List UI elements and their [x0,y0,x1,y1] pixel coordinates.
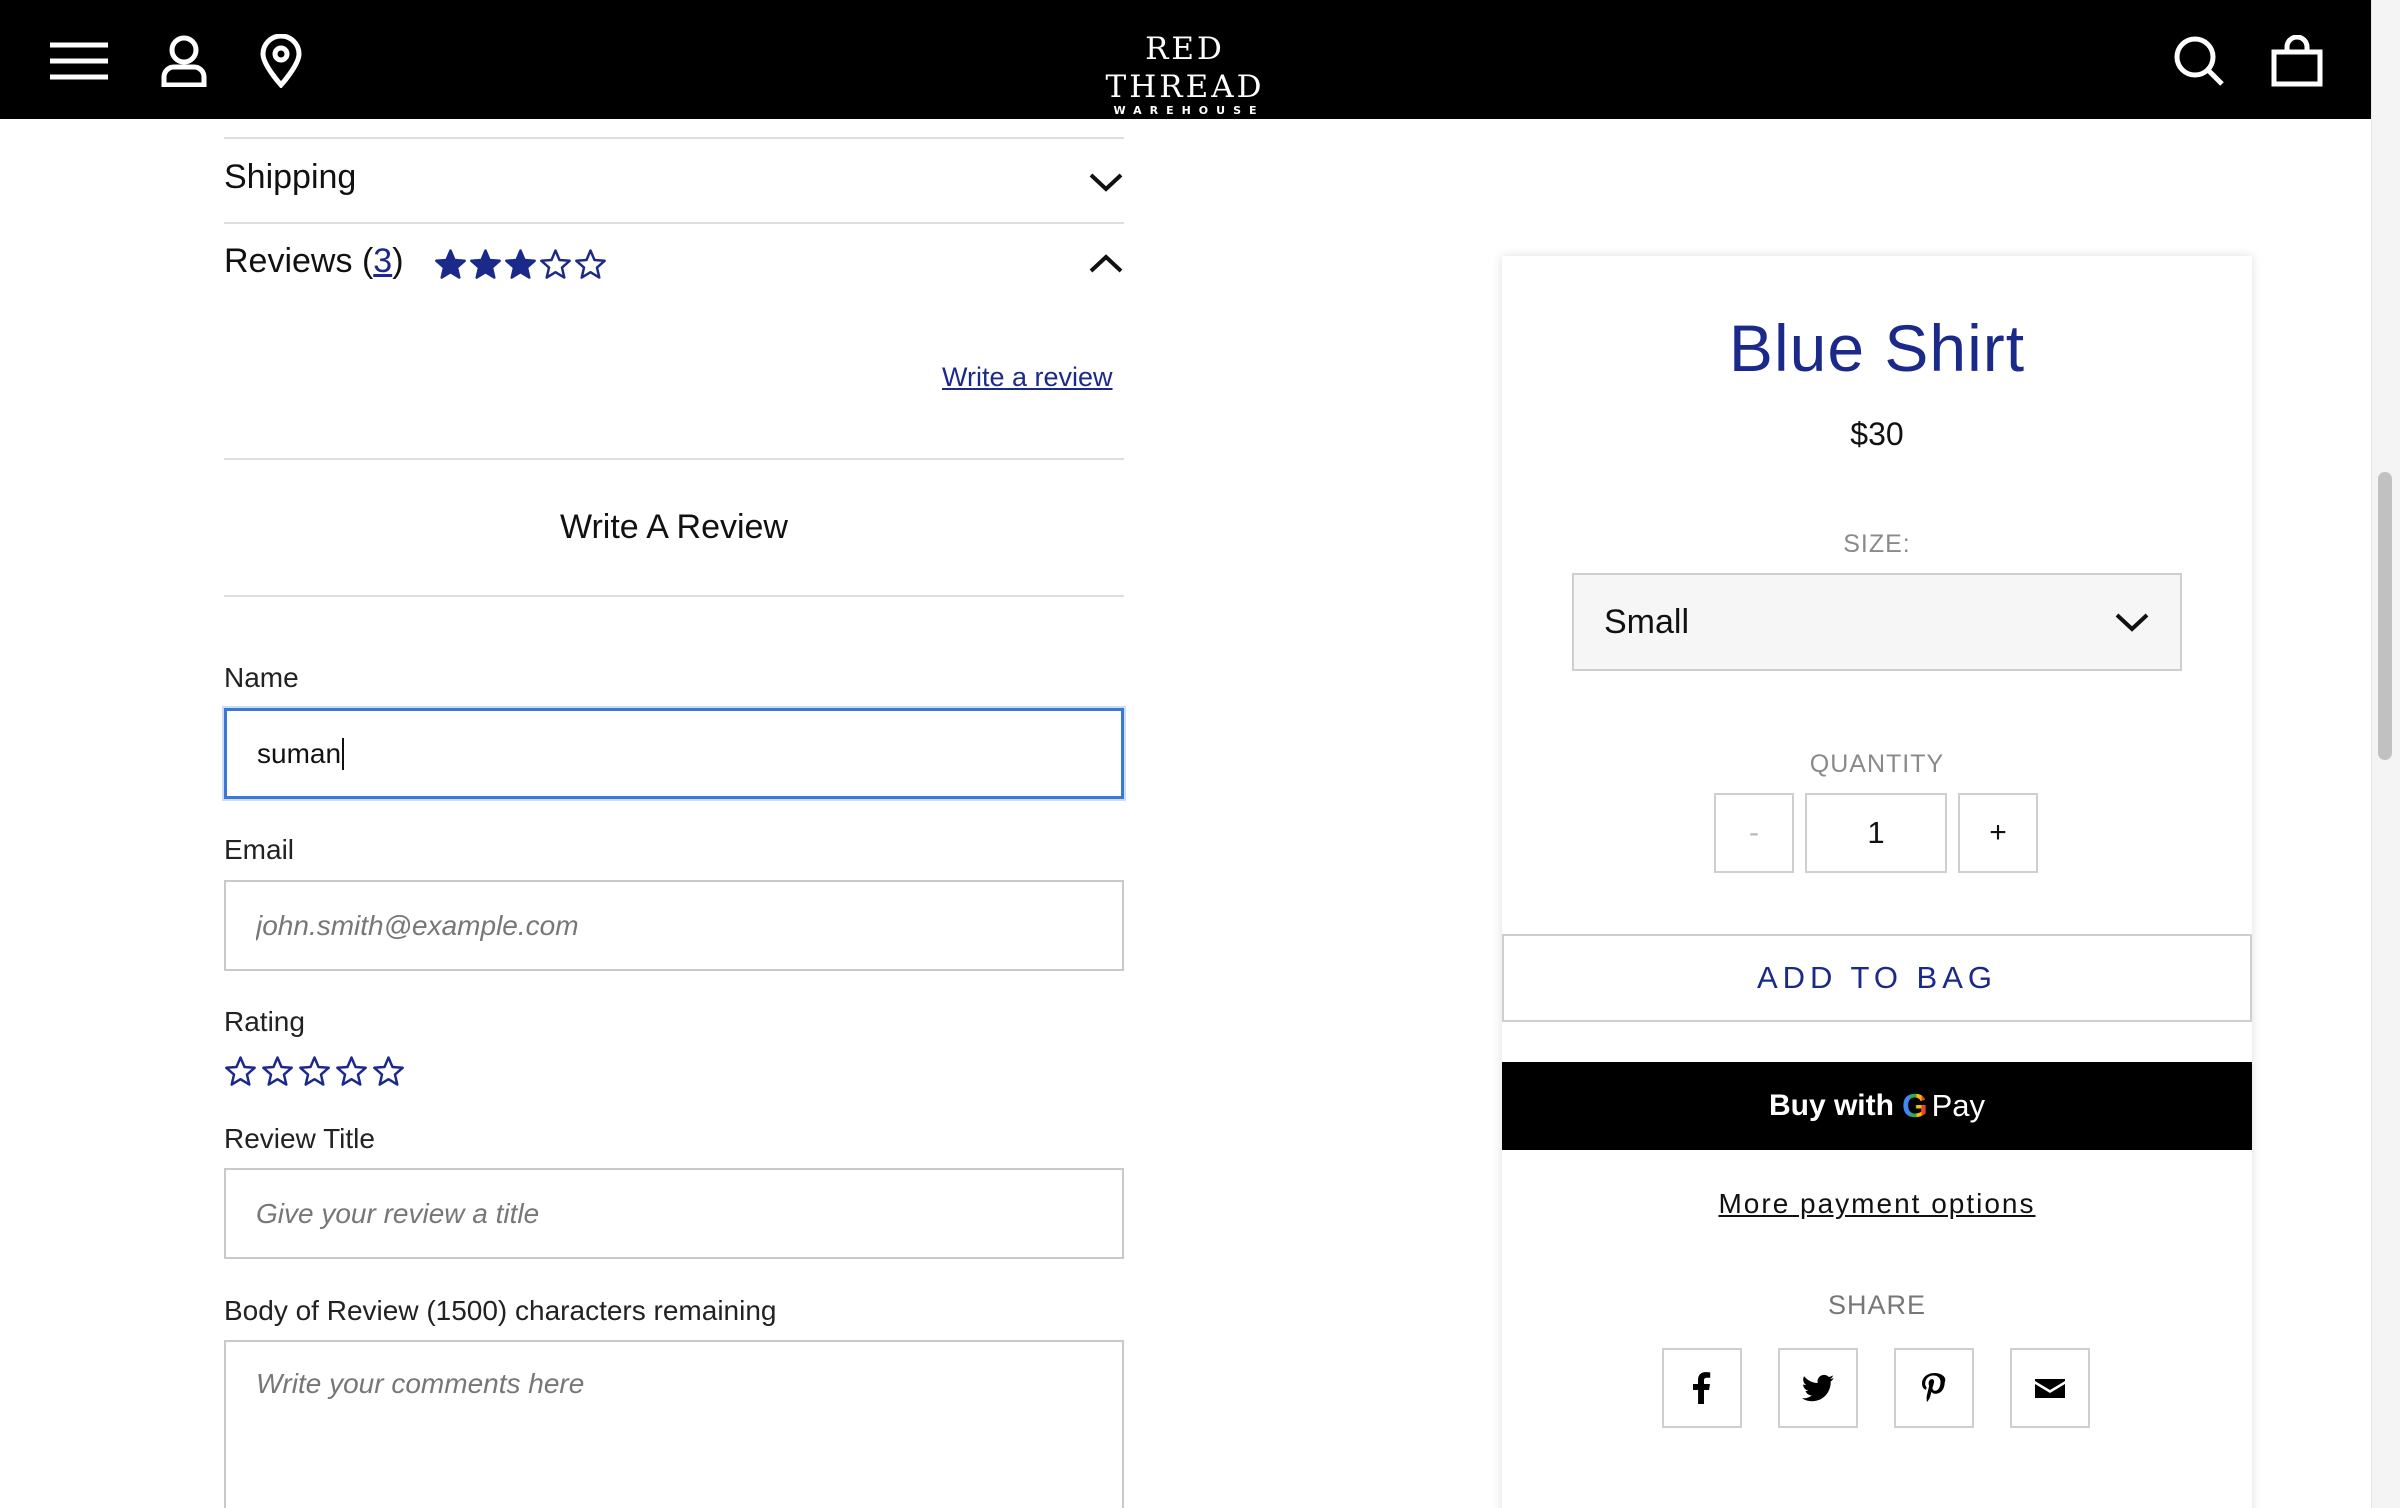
twitter-icon [1801,1374,1834,1402]
reviews-label: Reviews [224,242,353,280]
star-outline-icon[interactable] [224,1055,257,1088]
share-facebook-button[interactable] [1662,1348,1742,1428]
text-caret [342,737,345,770]
chevron-down-icon [2115,613,2149,632]
write-review-heading: Write A Review [559,508,788,546]
star-outline-icon[interactable] [261,1055,294,1088]
divider [224,595,1124,597]
average-rating-stars [434,248,607,281]
divider [224,458,1124,460]
account-icon[interactable] [153,30,215,92]
rating-label: Rating [224,1006,305,1037]
quantity-decrease-button[interactable]: - [1714,793,1794,873]
rating-input-stars[interactable] [224,1055,405,1088]
review-body-label: Body of Review (1500) characters remaini… [224,1295,777,1326]
product-title: Blue Shirt [1728,311,2026,385]
name-field[interactable]: suman [224,708,1124,799]
divider [224,222,1124,224]
divider [224,137,1124,139]
product-price: $30 [1850,416,1904,452]
name-label: Name [224,662,299,693]
menu-icon[interactable] [48,30,110,92]
star-filled-icon [470,249,501,279]
email-label: Email [224,834,295,865]
search-icon[interactable] [2168,30,2230,92]
shipping-accordion-header[interactable]: Shipping [224,158,356,197]
email-icon [2035,1379,2065,1398]
top-navigation-bar: RED THREAD WAREHOUSE [0,0,2371,119]
page-scrollbar-thumb[interactable] [2378,472,2392,760]
review-body-field[interactable] [224,1340,1124,1508]
email-field[interactable] [224,880,1124,971]
share-twitter-button[interactable] [1778,1348,1858,1428]
star-outline-icon[interactable] [335,1055,368,1088]
pinterest-icon [1922,1373,1946,1402]
size-label: SIZE: [1843,530,1911,558]
star-filled-icon [505,249,536,279]
chevron-down-icon[interactable] [1088,170,1124,194]
reviews-close-paren: ) [392,242,404,280]
bag-icon[interactable] [2266,30,2328,92]
star-filled-icon [435,249,466,279]
star-outline-icon[interactable] [372,1055,405,1088]
review-title-label: Review Title [224,1123,375,1154]
size-select[interactable]: Small [1572,573,2182,671]
add-to-bag-button[interactable]: ADD TO BAG [1502,934,2252,1022]
size-select-value: Small [1604,602,1690,641]
gpay-pay-text: Pay [1931,1088,1986,1123]
share-email-button[interactable] [2010,1348,2090,1428]
quantity-label: QUANTITY [1809,750,1945,778]
facebook-icon [1693,1372,1711,1404]
location-icon[interactable] [250,30,312,92]
reviews-accordion-header[interactable]: Reviews (3) [224,242,404,281]
gpay-buy-with-text: Buy with [1768,1089,1894,1122]
more-payment-options-link[interactable]: More payment options [1502,1188,2252,1220]
name-field-value: suman [257,737,342,769]
share-label: SHARE [1827,1290,1927,1320]
chevron-up-icon[interactable] [1088,252,1124,276]
write-review-link[interactable]: Write a review [942,362,1113,393]
star-outline-icon [540,249,571,279]
star-outline-icon [575,249,606,279]
google-pay-button[interactable]: Buy with G Pay [1502,1062,2252,1150]
star-outline-icon[interactable] [298,1055,331,1088]
reviews-count[interactable]: 3 [373,242,392,280]
quantity-value[interactable]: 1 [1805,793,1947,873]
logo-main-text: RED THREAD [1105,31,1265,105]
review-title-field[interactable] [224,1168,1124,1259]
logo-sub-text: WAREHOUSE [1113,104,1265,117]
quantity-increase-button[interactable]: + [1958,793,2038,873]
reviews-open-paren: ( [361,242,374,280]
store-logo[interactable]: RED THREAD WAREHOUSE [1070,30,1300,117]
share-pinterest-button[interactable] [1894,1348,1974,1428]
google-g-icon: G [1901,1087,1928,1124]
